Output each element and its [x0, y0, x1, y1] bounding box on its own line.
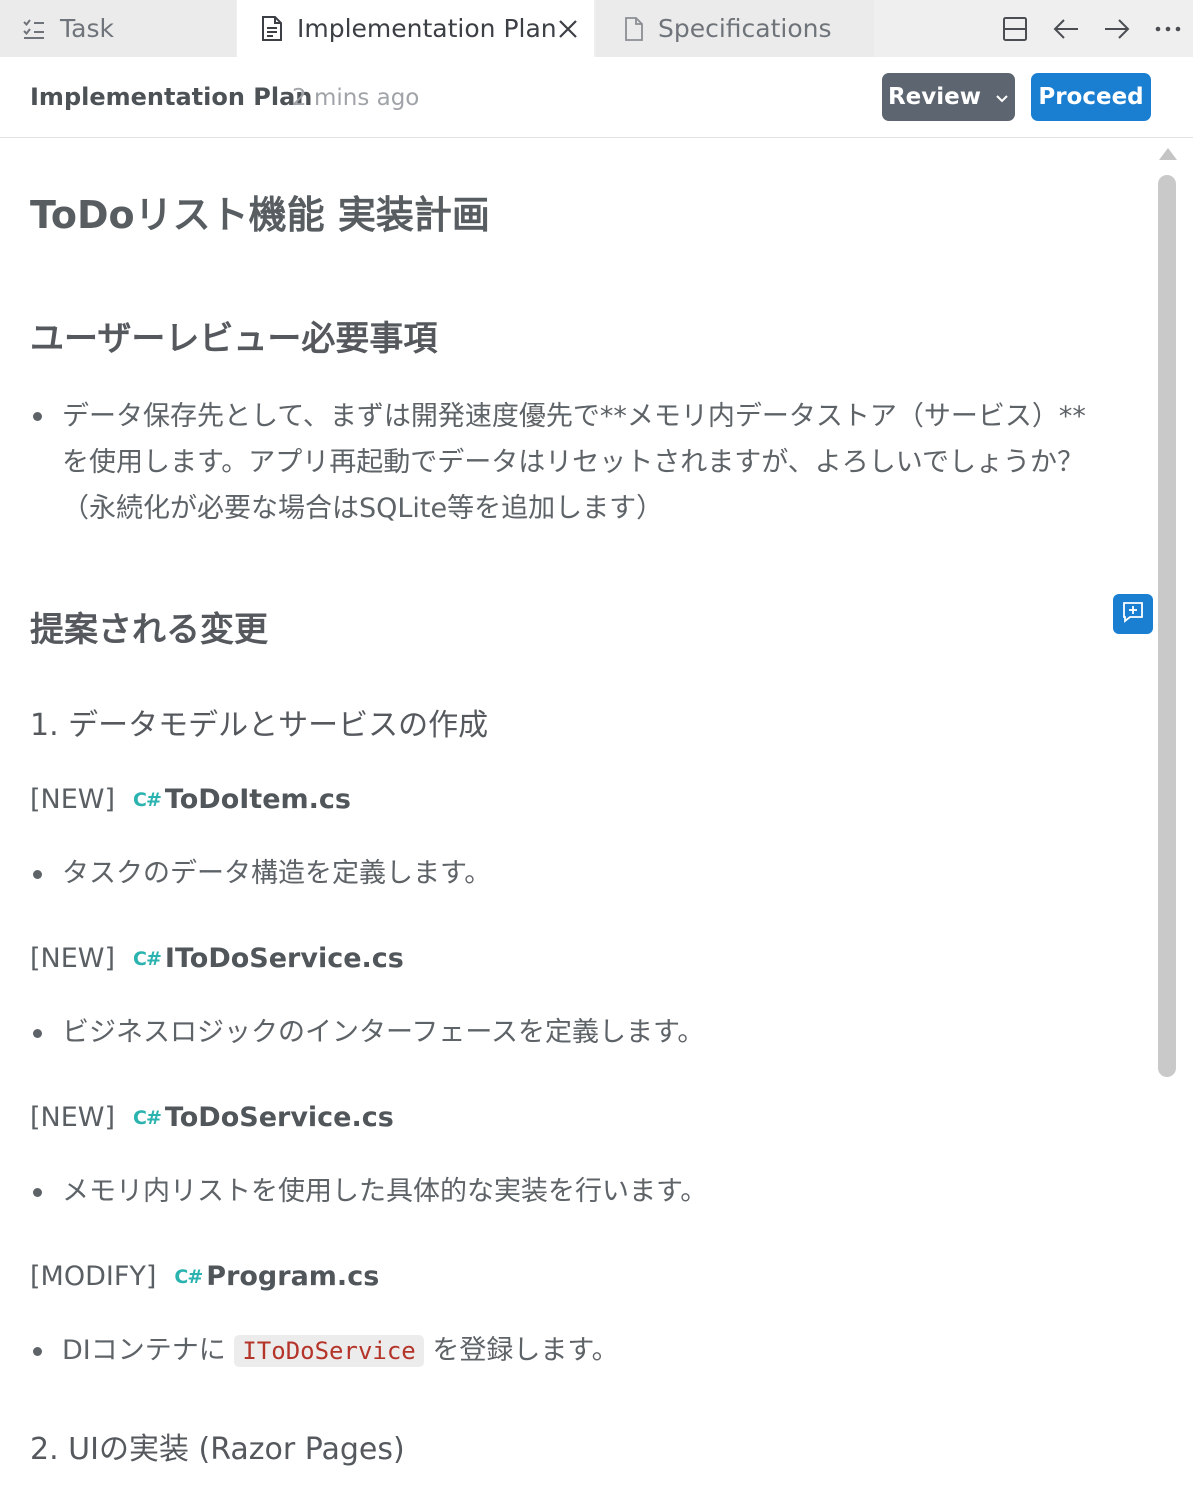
section2-heading: 2. UIの実装 (Razor Pages): [30, 1432, 405, 1467]
file-item: [MODIFY] C# Program.cs: [30, 1261, 379, 1292]
changes-heading: 提案される変更: [30, 610, 268, 650]
review-line-2: を使用します。アプリ再起動でデータはリセットされますが、よろしいでしょうか？: [62, 447, 1084, 478]
inline-code: IToDoService: [234, 1335, 424, 1367]
tab-implementation-plan[interactable]: Implementation Plan: [237, 0, 594, 57]
file-desc: タスクのデータ構造を定義します。: [62, 858, 492, 889]
tab-spec-label: Specifications: [658, 14, 832, 43]
tab-specifications[interactable]: Specifications: [596, 0, 874, 57]
add-comment-button[interactable]: [1113, 594, 1153, 634]
review-button[interactable]: Review: [882, 73, 1015, 121]
bullet-dot: [33, 870, 42, 879]
document-icon: [261, 15, 283, 42]
file-item: [NEW] C# ToDoItem.cs: [30, 784, 351, 815]
section1-heading: 1. データモデルとサービスの作成: [30, 708, 489, 743]
close-icon[interactable]: [558, 19, 578, 39]
file-item: [NEW] C# ToDoService.cs: [30, 1102, 394, 1133]
file-tag: [MODIFY]: [30, 1261, 157, 1292]
bullet-dot: [33, 412, 42, 421]
file-tag: [NEW]: [30, 784, 116, 815]
file-desc: DIコンテナに IToDoService を登録します。: [62, 1328, 619, 1374]
file-link[interactable]: ToDoItem.cs: [165, 784, 351, 815]
csharp-icon: C#: [133, 788, 162, 811]
tab-task[interactable]: Task: [0, 0, 236, 57]
tab-task-label: Task: [60, 14, 114, 43]
file-tag: [NEW]: [30, 943, 116, 974]
document-header: Implementation Plan 2 mins ago Review Pr…: [0, 57, 1193, 138]
arrow-left-icon[interactable]: [1040, 0, 1091, 57]
timestamp: 2 mins ago: [292, 85, 420, 111]
csharp-icon: C#: [133, 1106, 162, 1129]
bullet-dot: [33, 1347, 42, 1356]
doc-title: ToDoリスト機能 実装計画: [30, 193, 490, 237]
file-desc: ビジネスロジックのインターフェースを定義します。: [62, 1017, 705, 1048]
scrollbar-thumb[interactable]: [1158, 175, 1176, 1077]
file-link[interactable]: ToDoService.cs: [165, 1102, 394, 1133]
more-icon[interactable]: [1142, 0, 1193, 57]
arrow-right-icon[interactable]: [1091, 0, 1142, 57]
window-actions: [989, 0, 1193, 57]
proceed-button[interactable]: Proceed: [1031, 73, 1151, 121]
csharp-icon: C#: [174, 1265, 203, 1288]
checklist-icon: [22, 18, 46, 40]
chevron-down-icon: [995, 84, 1009, 110]
review-line-1: データ保存先として、まずは開発速度優先で**メモリ内データストア（サービス）**: [62, 401, 1086, 432]
comment-plus-icon: [1121, 601, 1145, 627]
file-desc-post: を登録します。: [432, 1335, 619, 1366]
review-button-label: Review: [887, 84, 982, 110]
file-desc-pre: DIコンテナに: [62, 1335, 226, 1366]
bullet-dot: [33, 1029, 42, 1038]
file-icon: [624, 16, 644, 42]
bullet-dot: [33, 1188, 42, 1197]
tab-bar: Task Implementation Plan Specifications: [0, 0, 1193, 57]
file-item: [NEW] C# IToDoService.cs: [30, 943, 404, 974]
csharp-icon: C#: [133, 947, 162, 970]
split-editor-icon[interactable]: [989, 0, 1040, 57]
document-content: ToDoリスト機能 実装計画 ユーザーレビュー必要事項 データ保存先として、まず…: [0, 138, 1150, 1498]
file-desc: メモリ内リストを使用した具体的な実装を行います。: [62, 1176, 708, 1207]
review-line-3: （永続化が必要な場合はSQLite等を追加します）: [62, 493, 664, 524]
file-link[interactable]: Program.cs: [206, 1261, 379, 1292]
review-heading: ユーザーレビュー必要事項: [30, 319, 438, 359]
scroll-up-icon[interactable]: [1159, 148, 1177, 160]
file-link[interactable]: IToDoService.cs: [165, 943, 404, 974]
file-tag: [NEW]: [30, 1102, 116, 1133]
page-title: Implementation Plan: [30, 83, 313, 111]
tab-plan-label: Implementation Plan: [297, 14, 557, 43]
